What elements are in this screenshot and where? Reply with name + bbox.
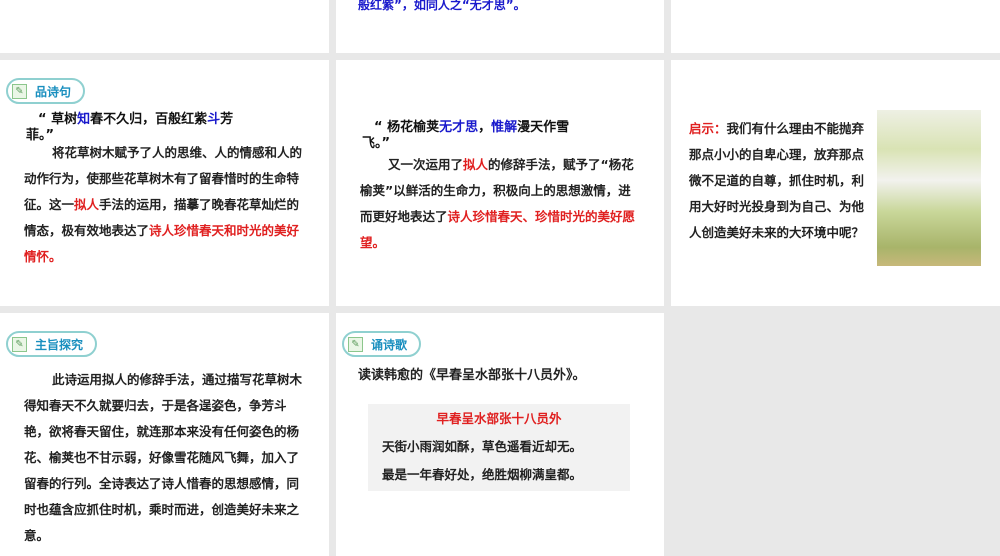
edit-icon: ✎ [12,83,27,99]
analysis-text: 又一次运用了拟人的修辞手法，赋予了“杨花榆荚”以鲜活的生命力，积极向上的思想激情… [360,157,636,250]
poem-line: 最是一年春好处，绝胜烟柳满皇都。 [382,467,583,482]
slide-thumbnail-1[interactable] [0,0,329,53]
slide-thumbnail-8[interactable]: ✎ 诵诗歌 读读韩愈的《早春呈水部张十八员外》。 早春呈水部张十八员外 天街小雨润… [336,313,664,556]
slide-thumbnail-6[interactable]: 启示：我们有什么理由不能抛弃那点小小的自卑心理，放弃那点微不足道的自尊，抓住时机… [671,60,1000,306]
badge-label: 主旨探究 [35,337,84,352]
slide-thumbnail-2[interactable]: 般红紫”，如同人之“无才思”。 [336,0,664,53]
poem-box: 早春呈水部张十八员外 天街小雨润如酥，草色遥看近却无。 最是一年春好处，绝胜烟柳… [368,404,630,491]
section-badge: ✎ 品诗句 [6,78,86,104]
slide-text: 般红紫”，如同人之“无才思”。 [358,0,526,12]
badge-label: 品诗句 [35,84,72,99]
willow-painting-image [877,110,981,266]
analysis-text: 将花草树木赋予了人的思维、人的情感和人的动作行为，使那些花草树木有了留春惜时的生… [24,145,303,264]
slide-thumbnail-5[interactable]: “ 杨花榆荚无才思，惟解漫天作雪 飞。” 又一次运用了拟人的修辞手法，赋予了“杨花… [336,60,664,306]
section-badge: ✎ 主旨探究 [6,331,98,357]
intro-text: 读读韩愈的《早春呈水部张十八员外》。 [358,368,586,383]
theme-text: 此诗运用拟人的修辞手法，通过描写花草树木得知春天不久就要归去，于是各逞姿色，争芳… [24,372,303,543]
poem-line: 天街小雨润如酥，草色遥看近却无。 [382,439,583,454]
slide-thumbnail-7[interactable]: ✎ 主旨探究 此诗运用拟人的修辞手法，通过描写花草树木得知春天不久就要归去，于是各… [0,313,329,556]
insight-text: 启示：我们有什么理由不能抛弃那点小小的自卑心理，放弃那点微不足道的自尊，抓住时机… [689,121,865,240]
slide-thumbnail-4[interactable]: ✎ 品诗句 “ 草树知春不久归，百般红紫斗芳 菲。” 将花草树木赋予了人的思维、人的… [0,60,329,306]
edit-icon: ✎ [12,336,27,352]
poem-title: 早春呈水部张十八员外 [436,411,562,426]
section-badge: ✎ 诵诗歌 [342,331,422,357]
slide-thumbnail-3[interactable] [671,0,1000,53]
badge-label: 诵诗歌 [371,337,408,352]
edit-icon: ✎ [348,336,363,352]
poem-quote: “ 杨花榆荚无才思，惟解漫天作雪 飞。” [362,120,570,151]
